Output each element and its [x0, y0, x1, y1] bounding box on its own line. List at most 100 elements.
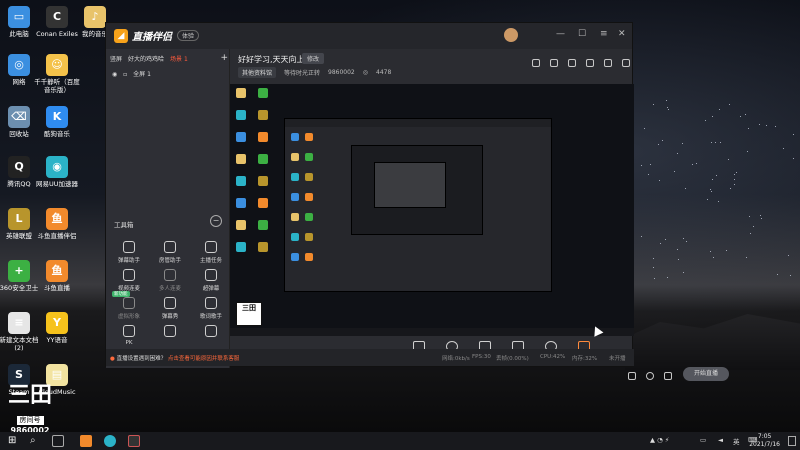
start-live-button[interactable]: 开始直播	[683, 367, 729, 381]
category-badge[interactable]: 其他资料馆	[238, 67, 277, 78]
settings-icon[interactable]: ≡	[600, 29, 608, 39]
clock[interactable]: 7:05 2021/7/16	[749, 433, 780, 449]
desktop-icon-label: 斗鱼直播伴侣	[37, 232, 77, 240]
preview-desktop-icon	[236, 242, 246, 252]
desktop-icon[interactable]: 鱼斗鱼直播	[32, 260, 82, 292]
star	[788, 254, 790, 256]
stream-preview[interactable]: 三田	[230, 84, 634, 336]
star	[684, 187, 686, 189]
start-icon[interactable]: ⊞	[8, 435, 20, 447]
desktop-icon[interactable]: Y YY语音	[32, 312, 82, 344]
layout-icon[interactable]	[532, 59, 540, 67]
tool-label: 弹幕助手	[117, 258, 140, 264]
preview-mini-icon	[305, 153, 313, 161]
tab-custom[interactable]: 好大的鸡鸡哈	[128, 54, 164, 63]
star	[713, 257, 714, 259]
room-label: 等待时光正转	[284, 70, 321, 77]
star	[658, 143, 660, 145]
desktop-icon[interactable]: ◉ 网易UU加速器	[32, 156, 82, 188]
taskbar-conan-icon[interactable]	[128, 435, 140, 447]
desktop-app-icon: ◎	[8, 54, 30, 76]
task-view-icon[interactable]	[52, 435, 64, 447]
toolbox-item[interactable]: 房管助手	[151, 241, 189, 264]
memory-usage: 内存:32%	[572, 356, 598, 362]
eye-toggle-icon[interactable]	[646, 372, 654, 380]
star	[683, 237, 685, 239]
preview-desktop-icon	[236, 154, 246, 164]
edit-title-button[interactable]: 修改	[302, 53, 325, 64]
toolbox-item[interactable]: 主播任务	[192, 241, 230, 264]
scene-tabs: 竖屏 好大的鸡鸡哈 场景 1 +	[110, 53, 228, 63]
toolbox-item[interactable]: 多人连麦	[151, 269, 189, 292]
preview-desktop-icon	[236, 132, 246, 142]
tray-icons[interactable]: ▲ ◔ ⚡	[650, 436, 669, 444]
star	[650, 164, 652, 166]
close-icon[interactable]: ✕	[618, 29, 626, 39]
star	[685, 240, 687, 242]
network-icon[interactable]: ▭	[700, 436, 706, 444]
tab-scene-1[interactable]: 场景 1	[170, 54, 188, 63]
room-title: 好好学习,天天向上	[238, 55, 305, 64]
tool-label: 歌词歌手	[199, 314, 222, 320]
volume-icon[interactable]: ◄	[718, 436, 723, 444]
share-icon[interactable]	[622, 59, 630, 67]
bell-icon[interactable]	[604, 59, 612, 67]
minimize-icon[interactable]: —	[556, 29, 565, 39]
star	[711, 141, 713, 143]
input-language[interactable]: 英	[733, 436, 740, 446]
star	[641, 236, 643, 238]
eye-icon[interactable]: ◉	[112, 71, 117, 78]
star	[745, 256, 747, 258]
toolbox-collapse-button[interactable]: −	[210, 215, 222, 227]
grid-icon[interactable]	[568, 59, 576, 67]
title-bar[interactable]: ◢ 直播伴侣 体验 — ☐ ≡ ✕	[106, 23, 632, 49]
desktop-app-icon: K	[46, 106, 68, 128]
sticker-title: 三田	[7, 383, 52, 408]
star	[792, 158, 794, 160]
star	[745, 113, 747, 115]
star	[736, 172, 738, 174]
desktop-icon[interactable]: ☺ 千千静听（百度音乐版）	[32, 54, 82, 94]
star	[661, 140, 663, 142]
toolbox-item[interactable]: 新功能 虚拟形象	[110, 291, 148, 320]
toolbox-item[interactable]	[151, 325, 189, 340]
lock-toolbar-icon[interactable]	[550, 59, 558, 67]
maximize-icon[interactable]: ☐	[578, 29, 586, 39]
desktop-icon-label: 千千静听（百度音乐版）	[34, 78, 80, 94]
avatar[interactable]	[504, 28, 518, 42]
gear-icon[interactable]	[664, 372, 672, 380]
camera-toggle-icon[interactable]	[628, 372, 636, 380]
desktop-app-icon: ☺	[46, 54, 68, 76]
net-speed: 网络:0kb/s	[442, 356, 470, 362]
star	[716, 174, 718, 176]
preview-desktop-icon	[258, 242, 268, 252]
toolbox-item[interactable]: 弹幕秀	[151, 297, 189, 320]
toolbox-item[interactable]: PK	[110, 325, 148, 346]
desktop-icon[interactable]: 鱼斗鱼直播伴侣	[32, 208, 82, 240]
desktop-icon-label: 网易UU加速器	[35, 180, 78, 188]
toolbox-item[interactable]: 视频连麦	[110, 269, 148, 292]
toolbox-item[interactable]: 歌词歌手	[192, 297, 230, 320]
preview-desktop-icon	[258, 132, 268, 142]
toolbox-item[interactable]: 超弹幕	[192, 269, 230, 292]
notice-link[interactable]: 点击查看可能原因并联系客服	[168, 356, 240, 362]
scene-source-item[interactable]: ◉ ▫ 全屏 1	[112, 69, 151, 78]
add-scene-button[interactable]: +	[220, 53, 228, 63]
fps: FPS:30	[472, 354, 491, 360]
toolbox-item[interactable]	[192, 325, 230, 340]
taskbar-uu-icon[interactable]	[104, 435, 116, 447]
star	[777, 274, 779, 276]
hot-value: 4478	[376, 69, 392, 76]
tool-label: PK	[125, 340, 133, 346]
tab-vertical[interactable]: 竖屏	[110, 54, 122, 63]
notification-icon[interactable]	[788, 436, 796, 446]
record-icon[interactable]	[586, 59, 594, 67]
toolbox-item[interactable]: 弹幕助手	[110, 241, 148, 264]
help-notice[interactable]: ● 直播设置遇到困难？ 点击查看可能原因并联系客服	[110, 354, 239, 362]
version-badge[interactable]: 体验	[177, 30, 200, 41]
taskbar-douyu-icon[interactable]	[80, 435, 92, 447]
tool-icon	[123, 269, 135, 281]
desktop-icon[interactable]: K 酷狗音乐	[32, 106, 82, 138]
lock-icon[interactable]: ▫	[123, 71, 127, 78]
search-icon[interactable]: ⌕	[30, 435, 42, 447]
